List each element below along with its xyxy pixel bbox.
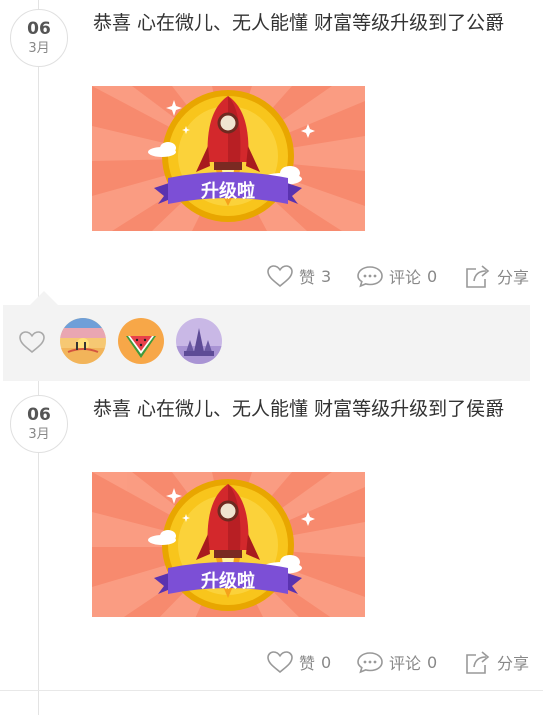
post-actions: 赞 3 评论 0 分享 bbox=[0, 261, 543, 291]
level-up-image[interactable]: 升级啦 bbox=[92, 472, 365, 617]
post-text: 恭喜 心在微儿、无人能懂 财富等级升级到了侯爵 bbox=[93, 398, 505, 420]
likes-bar-pointer bbox=[30, 291, 58, 305]
date-month: 3月 bbox=[28, 427, 50, 442]
share-label: 分享 bbox=[497, 268, 530, 287]
timeline-post: 06 3月 恭喜 心在微儿、无人能懂 财富等级升级到了侯爵 升级啦 赞 0 评论… bbox=[0, 381, 543, 691]
watermelon-avatar-image bbox=[118, 318, 164, 364]
comment-count: 0 bbox=[427, 266, 438, 286]
heart-outline-icon bbox=[267, 651, 293, 674]
share-label: 分享 bbox=[497, 654, 530, 673]
comment-button[interactable]: 评论 0 bbox=[356, 647, 437, 677]
banner-text: 升级啦 bbox=[201, 570, 255, 592]
comment-label: 评论 bbox=[389, 654, 422, 673]
divider bbox=[0, 690, 543, 691]
comment-label: 评论 bbox=[389, 268, 422, 287]
date-month: 3月 bbox=[28, 41, 50, 56]
comment-count: 0 bbox=[427, 652, 438, 672]
like-label: 赞 bbox=[299, 654, 316, 673]
date-day: 06 bbox=[27, 19, 51, 39]
purple-castle-avatar-image bbox=[176, 318, 222, 364]
like-button[interactable]: 赞 0 bbox=[266, 647, 331, 677]
share-button[interactable]: 分享 bbox=[464, 261, 529, 291]
like-label: 赞 bbox=[299, 268, 316, 287]
date-badge: 06 3月 bbox=[10, 9, 68, 67]
level-up-rocket-illustration: 升级啦 bbox=[92, 472, 365, 617]
like-count: 0 bbox=[321, 652, 332, 672]
heart-outline-icon bbox=[19, 331, 45, 354]
banner-text: 升级啦 bbox=[201, 180, 255, 202]
sunset-beach-avatar-image bbox=[60, 318, 106, 364]
like-count: 3 bbox=[321, 266, 332, 286]
avatar-purple-castle[interactable] bbox=[176, 318, 222, 364]
timeline-post: 06 3月 恭喜 心在微儿、无人能懂 财富等级升级到了公爵 升级啦 赞 3 评论… bbox=[0, 0, 543, 305]
heart-outline-icon bbox=[267, 265, 293, 288]
comment-bubble-icon bbox=[357, 652, 383, 674]
comment-button[interactable]: 评论 0 bbox=[356, 261, 437, 291]
avatar-watermelon[interactable] bbox=[118, 318, 164, 364]
date-badge: 06 3月 bbox=[10, 395, 68, 453]
post-actions: 赞 0 评论 0 分享 bbox=[0, 647, 543, 677]
share-arrow-icon bbox=[466, 265, 490, 288]
level-up-image[interactable]: 升级啦 bbox=[92, 86, 365, 231]
comment-bubble-icon bbox=[357, 266, 383, 288]
like-button[interactable]: 赞 3 bbox=[266, 261, 331, 291]
share-button[interactable]: 分享 bbox=[464, 647, 529, 677]
avatar-sunset-beach[interactable] bbox=[60, 318, 106, 364]
share-arrow-icon bbox=[466, 651, 490, 674]
date-day: 06 bbox=[27, 405, 51, 425]
level-up-rocket-illustration: 升级啦 bbox=[92, 86, 365, 231]
likes-bar bbox=[3, 305, 530, 381]
post-text: 恭喜 心在微儿、无人能懂 财富等级升级到了公爵 bbox=[93, 12, 505, 34]
